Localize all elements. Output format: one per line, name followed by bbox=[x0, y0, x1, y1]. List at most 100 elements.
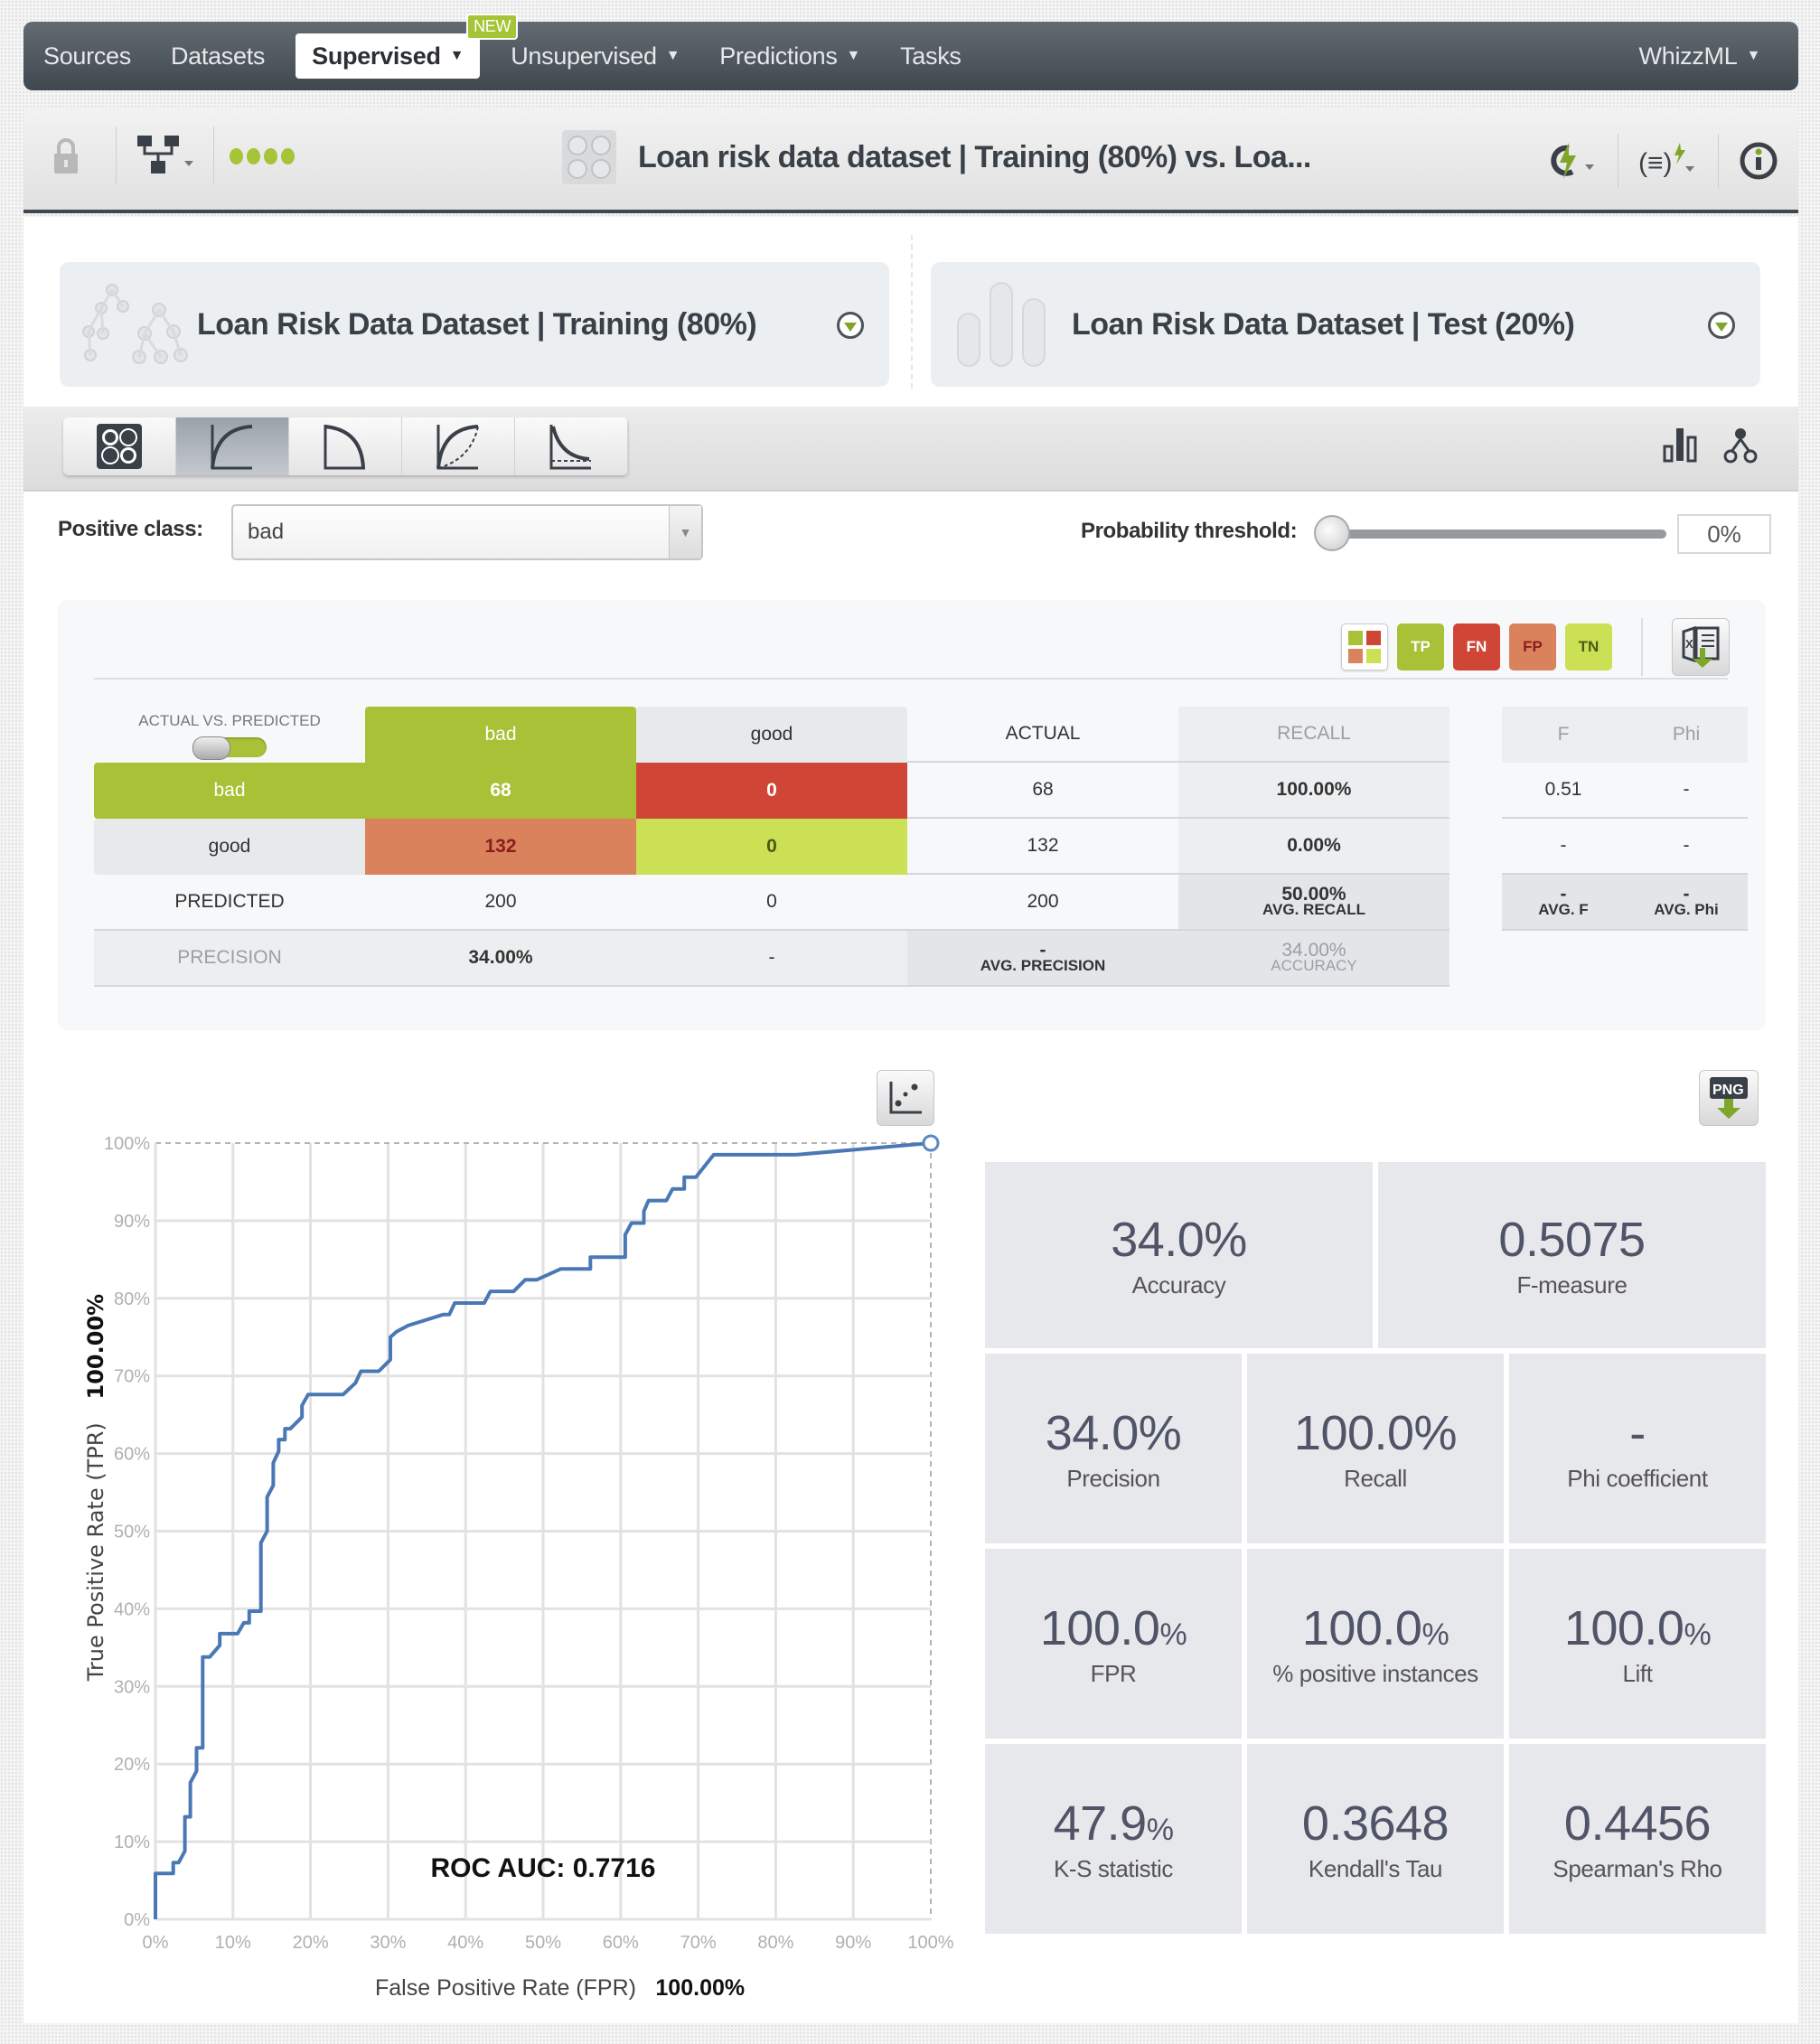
actual-vs-predicted-toggle[interactable] bbox=[192, 736, 267, 760]
threshold-slider-handle[interactable] bbox=[1314, 515, 1350, 551]
status-dot bbox=[230, 148, 243, 164]
dropdown-toggle-icon[interactable] bbox=[1708, 312, 1735, 339]
dataset-card-test[interactable]: Loan Risk Data Dataset | Test (20%) bbox=[931, 262, 1760, 387]
table-header-row: F Phi bbox=[1502, 707, 1748, 763]
cluster-icon[interactable] bbox=[1722, 427, 1759, 464]
col-header-recall: RECALL bbox=[1178, 707, 1449, 763]
all-cells-toggle[interactable] bbox=[1341, 624, 1388, 670]
confusion-legend: TP FN FP TN X bbox=[1341, 618, 1730, 676]
tab-precision-recall[interactable] bbox=[289, 417, 402, 475]
precision-recall-icon bbox=[324, 425, 365, 470]
threshold-slider[interactable] bbox=[1314, 515, 1666, 551]
reify-icon[interactable] bbox=[1542, 138, 1598, 183]
gain-curve-icon bbox=[436, 425, 479, 470]
x-axis-ticks: 0% 10% 20% 30% 40% 50% 60% 70% 80% 90% 100% bbox=[143, 1933, 954, 1953]
metric-lift: 100.0% Lift bbox=[1509, 1549, 1766, 1739]
roc-curve-endpoint[interactable] bbox=[922, 1134, 940, 1152]
legend-fn[interactable]: FN bbox=[1453, 624, 1500, 670]
export-csv-button[interactable]: X bbox=[1672, 618, 1730, 676]
tab-gain-curve[interactable] bbox=[402, 417, 515, 475]
x-axis-label: False Positive Rate (FPR) bbox=[375, 1975, 636, 2001]
metric-number: 100.0 bbox=[1301, 1600, 1422, 1655]
table-row-precision: PRECISION 34.00% - - AVG. PRECISION 34.0… bbox=[94, 931, 1449, 987]
page: Sources Datasets Supervised ▼ NEW Unsupe… bbox=[23, 14, 1798, 2023]
metric-value: 100.0% bbox=[1294, 1405, 1458, 1461]
legend-tp[interactable]: TP bbox=[1397, 624, 1444, 670]
x-axis-value: 100.00% bbox=[655, 1975, 745, 2001]
cell-fp[interactable]: 132 bbox=[365, 819, 636, 875]
roc-auc-annotation: ROC AUC: 0.7716 bbox=[431, 1853, 656, 1883]
dropdown-toggle-icon[interactable] bbox=[837, 312, 864, 339]
info-icon[interactable] bbox=[1739, 138, 1778, 183]
row-header-bad[interactable]: bad bbox=[94, 763, 365, 819]
metric-suffix: % bbox=[1159, 1617, 1187, 1652]
y-tick-label: 0% bbox=[124, 1910, 150, 1930]
nav-whizzml[interactable]: WhizzML ▼ bbox=[1619, 33, 1780, 79]
threshold-value[interactable]: 0% bbox=[1677, 514, 1771, 554]
y-tick-label: 30% bbox=[114, 1677, 150, 1697]
row-header-good[interactable]: good bbox=[94, 819, 365, 875]
divider bbox=[1641, 618, 1643, 676]
legend-fp[interactable]: FP bbox=[1509, 624, 1556, 670]
avg-recall-value: 50.00% bbox=[1281, 884, 1346, 905]
cell-predicted: 200 bbox=[365, 875, 636, 931]
y-tick-label: 70% bbox=[114, 1367, 150, 1387]
download-png-button[interactable]: PNG bbox=[1699, 1070, 1759, 1126]
cell-phi: - bbox=[1625, 763, 1748, 819]
script-icon[interactable]: (≡) bbox=[1638, 138, 1698, 183]
y-axis-label: True Positive Rate (TPR) bbox=[83, 1422, 108, 1682]
x-tick-label: 40% bbox=[447, 1933, 483, 1953]
avg-precision-value: - bbox=[1039, 940, 1046, 961]
avg-phi-label: AVG. Phi bbox=[1654, 901, 1719, 918]
cell-phi: - bbox=[1625, 819, 1748, 875]
y-tick-label: 100% bbox=[104, 1134, 150, 1154]
cell-tn[interactable]: 0 bbox=[636, 819, 907, 875]
y-tick-label: 10% bbox=[114, 1833, 150, 1852]
cell-predicted: 0 bbox=[636, 875, 907, 931]
nav-sources[interactable]: Sources bbox=[23, 33, 151, 79]
roc-curve-icon bbox=[211, 425, 253, 470]
nav-datasets[interactable]: Datasets bbox=[151, 33, 285, 79]
bar-chart-icon[interactable] bbox=[1663, 427, 1699, 463]
table-row: 0.51 - bbox=[1502, 763, 1748, 819]
nav-supervised[interactable]: Supervised ▼ NEW bbox=[296, 14, 519, 79]
avg-f-value: - bbox=[1560, 884, 1567, 905]
metric-number: - bbox=[1629, 1405, 1646, 1460]
positive-class-select[interactable]: bad ▼ bbox=[231, 504, 703, 560]
col-header-f: F bbox=[1502, 707, 1625, 763]
metric-label: Lift bbox=[1622, 1659, 1653, 1687]
metric-precision: 34.0% Precision bbox=[985, 1354, 1242, 1543]
tab-lift-curve[interactable] bbox=[515, 417, 628, 475]
col-header-good[interactable]: good bbox=[636, 707, 907, 763]
cell-tp[interactable]: 68 bbox=[365, 763, 636, 819]
nav-predictions[interactable]: Predictions ▼ bbox=[699, 33, 880, 79]
lock-icon[interactable] bbox=[52, 137, 80, 175]
nav-tasks[interactable]: Tasks bbox=[880, 33, 981, 79]
threshold-label: Probability threshold: bbox=[1081, 519, 1298, 543]
show-points-button[interactable] bbox=[877, 1070, 934, 1126]
cell-fn[interactable]: 0 bbox=[636, 763, 907, 819]
svg-text:(≡): (≡) bbox=[1638, 148, 1673, 178]
table-row-predicted: PREDICTED 200 0 200 50.00% AVG. RECALL bbox=[94, 875, 1449, 931]
metric-number: 47.9 bbox=[1053, 1796, 1148, 1851]
nav-unsupervised[interactable]: Unsupervised ▼ bbox=[491, 33, 699, 79]
tab-confusion-matrix[interactable] bbox=[63, 417, 176, 475]
metric-value: 0.5075 bbox=[1498, 1212, 1646, 1268]
cell-avg-precision: - AVG. PRECISION bbox=[907, 931, 1178, 987]
x-tick-label: 30% bbox=[370, 1933, 406, 1953]
metric-number: 34.0% bbox=[1045, 1405, 1182, 1460]
status-dot bbox=[247, 148, 260, 164]
nav-label: Datasets bbox=[170, 42, 266, 70]
col-header-bad[interactable]: bad bbox=[365, 707, 636, 763]
metric-label: Spearman's Rho bbox=[1553, 1854, 1722, 1882]
metrics-row: 34.0% Accuracy 0.5075 F-measure bbox=[985, 1162, 1766, 1348]
legend-tn[interactable]: TN bbox=[1565, 624, 1612, 670]
dataset-card-training[interactable]: Loan Risk Data Dataset | Training (80%) bbox=[60, 262, 889, 387]
tab-roc-curve[interactable] bbox=[176, 417, 289, 475]
x-tick-label: 90% bbox=[835, 1933, 871, 1953]
tree-menu-icon[interactable] bbox=[137, 136, 197, 177]
status-dots bbox=[230, 148, 295, 164]
nav-label: WhizzML bbox=[1638, 42, 1738, 70]
evaluation-icon bbox=[562, 130, 616, 184]
nav-label: Supervised bbox=[312, 42, 441, 70]
